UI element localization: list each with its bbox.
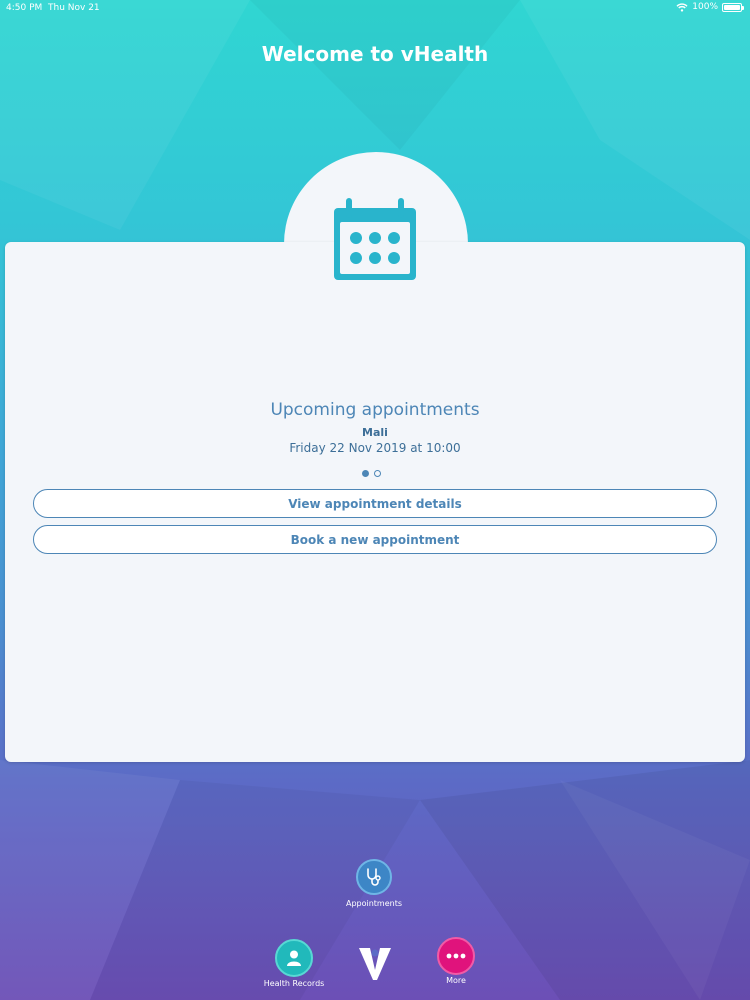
book-new-appointment-button[interactable]: Book a new appointment — [33, 525, 717, 554]
page-dot-2[interactable] — [374, 470, 381, 477]
health-records-label: Health Records — [263, 979, 325, 988]
appointment-datetime: Friday 22 Nov 2019 at 10:00 — [289, 441, 461, 455]
more-button[interactable] — [437, 937, 475, 975]
battery-percentage: 100% — [692, 2, 718, 12]
status-date: Thu Nov 21 — [48, 3, 100, 13]
appointment-name: Mali — [362, 426, 388, 439]
person-icon — [287, 950, 301, 966]
more-dots-icon — [446, 953, 466, 959]
battery-icon — [722, 2, 744, 12]
status-time: 4:50 PM — [6, 3, 43, 13]
stethoscope-icon — [367, 868, 381, 886]
status-right: 100% — [676, 2, 744, 12]
view-appointment-details-button[interactable]: View appointment details — [33, 489, 717, 518]
status-bar: 4:50 PM Thu Nov 21 100% — [0, 0, 750, 16]
page-indicator[interactable] — [362, 470, 381, 477]
more-label: More — [446, 976, 466, 985]
calendar-icon — [334, 198, 416, 280]
health-records-button[interactable] — [275, 939, 313, 977]
wifi-icon — [676, 2, 688, 12]
appointments-button[interactable] — [356, 859, 392, 895]
page-dot-1[interactable] — [362, 470, 369, 477]
card-heading: Upcoming appointments — [270, 400, 480, 420]
vhealth-logo-icon[interactable] — [358, 944, 392, 982]
page-title: Welcome to vHealth — [261, 42, 489, 66]
appointments-label: Appointments — [345, 899, 403, 908]
